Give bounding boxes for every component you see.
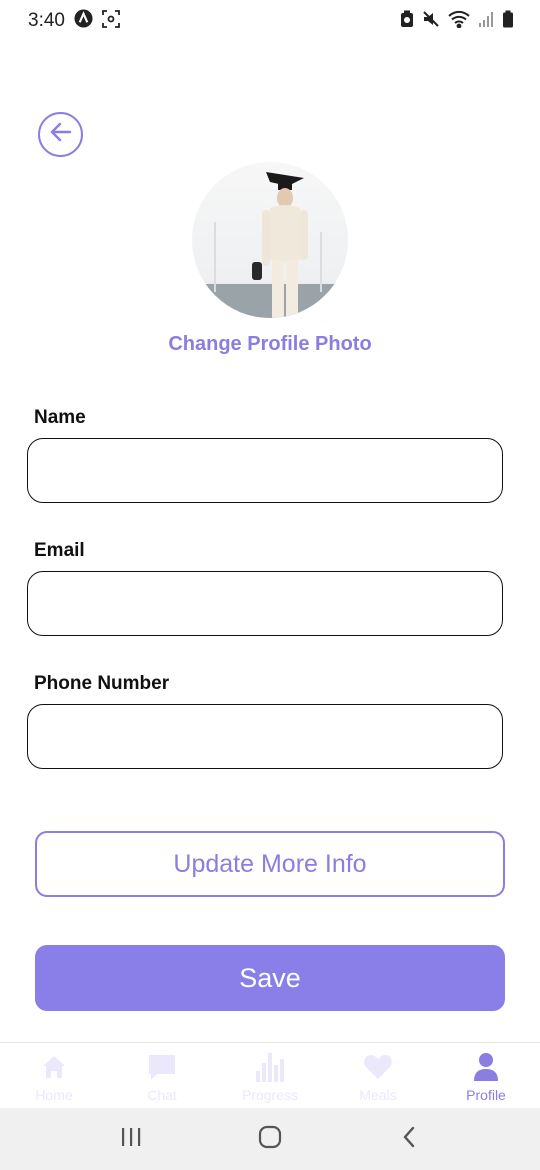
status-time: 3:40 — [28, 10, 65, 31]
status-left: 3:40 — [28, 9, 120, 33]
app-notification-icon — [74, 9, 93, 33]
profile-avatar[interactable] — [192, 162, 348, 318]
phone-number-label: Phone Number — [34, 673, 170, 694]
save-button[interactable]: Save — [35, 945, 505, 1011]
tab-meals[interactable]: Meals — [324, 1043, 432, 1108]
back-button[interactable] — [38, 112, 83, 157]
chat-icon — [146, 1051, 178, 1083]
back-nav-button[interactable] — [389, 1119, 429, 1159]
change-profile-photo-link[interactable]: Change Profile Photo — [0, 333, 540, 356]
recent-apps-icon — [120, 1127, 142, 1152]
tab-meals-label: Meals — [359, 1087, 397, 1103]
battery-saver-icon — [400, 10, 414, 33]
home-circle-icon — [258, 1125, 282, 1154]
screenshot-icon — [102, 9, 120, 33]
signal-icon — [478, 10, 494, 33]
tab-chat[interactable]: Chat — [108, 1043, 216, 1108]
tab-home[interactable]: Home — [0, 1043, 108, 1108]
mute-icon — [422, 10, 440, 33]
phone-number-input[interactable] — [27, 704, 503, 769]
name-label: Name — [34, 407, 86, 428]
battery-icon — [502, 10, 514, 33]
bar-chart-icon — [254, 1051, 286, 1083]
chevron-left-icon — [401, 1126, 417, 1153]
arrow-left-icon — [48, 119, 74, 150]
system-nav-bar — [0, 1108, 540, 1170]
email-label: Email — [34, 540, 85, 561]
status-bar: 3:40 — [0, 0, 540, 42]
user-icon — [470, 1051, 502, 1083]
tab-progress-label: Progress — [241, 1087, 299, 1103]
home-nav-button[interactable] — [250, 1119, 290, 1159]
tab-home-label: Home — [35, 1087, 73, 1103]
tab-profile-label: Profile — [466, 1087, 506, 1103]
wifi-icon — [448, 10, 470, 33]
name-input[interactable] — [27, 438, 503, 503]
email-input[interactable] — [27, 571, 503, 636]
home-icon — [38, 1051, 70, 1083]
heart-icon — [362, 1051, 394, 1083]
recent-apps-button[interactable] — [111, 1119, 151, 1159]
tab-chat-label: Chat — [147, 1087, 177, 1103]
update-more-info-button[interactable]: Update More Info — [35, 831, 505, 897]
bottom-tab-bar: Home Chat Progress Meals Profile — [0, 1042, 540, 1108]
tab-progress[interactable]: Progress — [216, 1043, 324, 1108]
tab-profile[interactable]: Profile — [432, 1043, 540, 1108]
status-right — [400, 10, 514, 33]
